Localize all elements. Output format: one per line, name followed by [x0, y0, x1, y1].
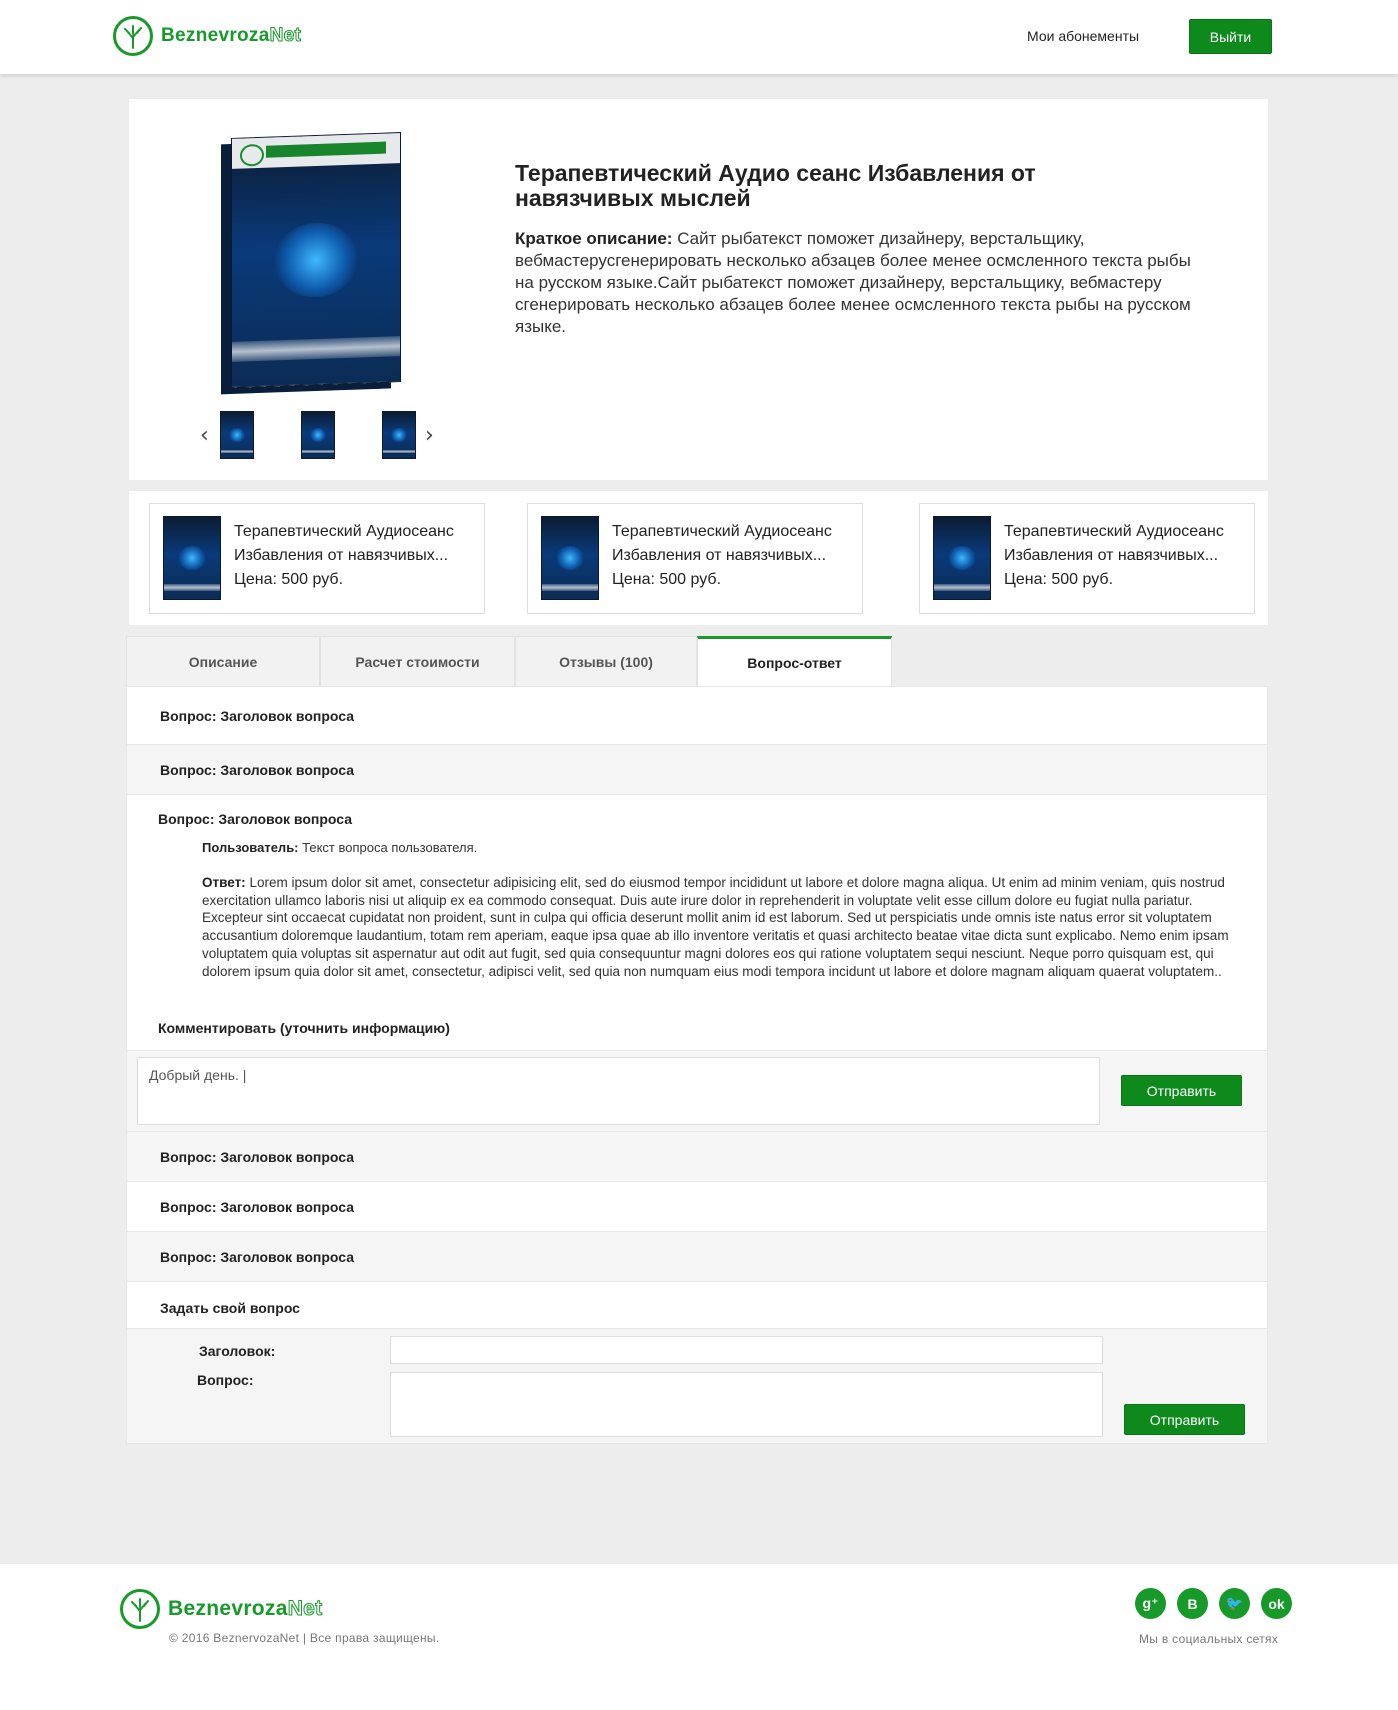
related-product-title-line1: Терапевтический Аудиосеанс [234, 523, 454, 540]
logout-button[interactable]: Выйти [1189, 19, 1272, 54]
related-product-title-line2: Избавления от навязчивых... [234, 547, 449, 564]
related-product-title-line1: Терапевтический Аудиосеанс [612, 523, 832, 540]
related-product-price: Цена: 500 руб. [612, 571, 722, 588]
question-row[interactable]: Вопрос: Заголовок вопроса [127, 687, 1267, 745]
twitter-icon[interactable]: 🐦 [1219, 1588, 1250, 1619]
related-product-price: Цена: 500 руб. [234, 571, 344, 588]
related-product-image [163, 516, 221, 600]
send-question-button[interactable]: Отправить [1124, 1404, 1245, 1435]
related-product-card[interactable]: Терапевтический Аудиосеанс Избавления от… [149, 503, 485, 614]
question-text-label: Вопрос: [197, 1372, 254, 1388]
social-links: g⁺ B 🐦 ok [1135, 1588, 1292, 1619]
odnoklassniki-icon[interactable]: ok [1261, 1588, 1292, 1619]
gallery-thumbnail[interactable] [301, 411, 335, 459]
tree-icon [120, 1589, 160, 1629]
question-row[interactable]: Вопрос: Заголовок вопроса [127, 1132, 1267, 1182]
question-row[interactable]: Вопрос: Заголовок вопроса [127, 745, 1267, 795]
comment-link[interactable]: Комментировать (уточнить информацию) [158, 1020, 450, 1036]
site-logo[interactable]: BeznevrozaNet [113, 16, 301, 56]
user-question: Пользователь: Текст вопроса пользователя… [202, 840, 478, 855]
brand-name: BeznevrozaNet [161, 25, 302, 47]
question-row[interactable]: Вопрос: Заголовок вопроса [127, 1232, 1267, 1282]
gallery-thumbnail[interactable] [220, 411, 254, 459]
product-card: ‹ › Терапевтический Аудио сеанс Избавлен… [129, 99, 1268, 480]
google-plus-icon[interactable]: g⁺ [1135, 1588, 1166, 1619]
tab-description[interactable]: Описание [126, 636, 320, 686]
related-product-title-line1: Терапевтический Аудиосеанс [1004, 523, 1224, 540]
open-question-title[interactable]: Вопрос: Заголовок вопроса [158, 811, 352, 827]
product-short-description: Краткое описание: Сайт рыбатекст поможет… [515, 229, 1191, 336]
comment-form: Отправить [127, 1050, 1267, 1132]
ask-question-heading: Задать свой вопрос [160, 1300, 300, 1316]
tree-icon [113, 16, 153, 56]
comment-input[interactable] [137, 1057, 1100, 1125]
tab-reviews[interactable]: Отзывы (100) [515, 636, 697, 686]
answer-text: Ответ: Lorem ipsum dolor sit amet, conse… [202, 875, 1229, 979]
question-row[interactable]: Вопрос: Заголовок вопроса [127, 1182, 1267, 1232]
brand-name: BeznevrozaNet [168, 1597, 323, 1621]
chevron-right-icon[interactable]: › [425, 423, 434, 448]
tab-questions-answers[interactable]: Вопрос-ответ [697, 636, 892, 686]
gallery-thumbnail[interactable] [382, 411, 416, 459]
site-footer: BeznevrozaNet © 2016 BeznervozaNet | Все… [0, 1564, 1398, 1710]
send-comment-button[interactable]: Отправить [1121, 1075, 1242, 1106]
related-products: Терапевтический Аудиосеанс Избавления от… [129, 491, 1268, 625]
related-product-card[interactable]: Терапевтический Аудиосеанс Избавления от… [527, 503, 863, 614]
nav-my-subscriptions[interactable]: Мои абонементы [1027, 28, 1139, 44]
related-product-price: Цена: 500 руб. [1004, 571, 1114, 588]
question-title-input[interactable] [390, 1336, 1103, 1364]
socials-caption: Мы в социальных сетях [1139, 1632, 1279, 1646]
related-product-image [541, 516, 599, 600]
related-product-title-line2: Избавления от навязчивых... [612, 547, 827, 564]
product-gallery-thumbnails: ‹ › [200, 405, 445, 461]
qa-panel: Вопрос: Заголовок вопроса Вопрос: Заголо… [126, 686, 1268, 1444]
related-product-title-line2: Избавления от навязчивых... [1004, 547, 1219, 564]
product-box-image [231, 132, 401, 388]
tab-cost-calculation[interactable]: Расчет стоимости [320, 636, 515, 686]
question-title-label: Заголовок: [199, 1343, 276, 1359]
vk-icon[interactable]: B [1177, 1588, 1208, 1619]
footer-logo[interactable]: BeznevrozaNet [120, 1589, 323, 1629]
related-product-image [933, 516, 991, 600]
product-title: Терапевтический Аудио сеанс Избавления о… [515, 160, 1036, 211]
product-tabs: Описание Расчет стоимости Отзывы (100) В… [126, 636, 892, 686]
ask-question-form: Заголовок: Вопрос: Отправить [127, 1328, 1267, 1443]
chevron-left-icon[interactable]: ‹ [200, 423, 209, 448]
related-product-card[interactable]: Терапевтический Аудиосеанс Избавления от… [919, 503, 1255, 614]
question-text-input[interactable] [390, 1372, 1103, 1437]
copyright-text: © 2016 BeznervozaNet | Все права защищен… [169, 1631, 440, 1645]
site-header: BeznevrozaNet Мои абонементы Выйти [0, 0, 1398, 74]
